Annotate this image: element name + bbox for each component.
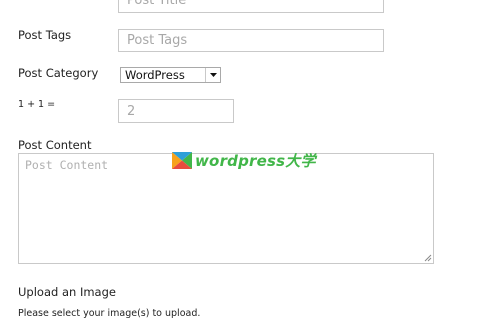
post-tags-input[interactable]: Post Tags xyxy=(118,29,384,52)
post-title-placeholder: Post Title xyxy=(127,0,187,8)
post-category-label: Post Category xyxy=(18,66,99,80)
post-tags-placeholder: Post Tags xyxy=(127,33,188,48)
upload-heading: Upload an Image xyxy=(18,285,116,299)
post-content-label: Post Content xyxy=(18,138,92,152)
captcha-label: 1 + 1 = xyxy=(18,99,56,110)
post-category-value: WordPress xyxy=(125,68,185,82)
resize-handle-icon[interactable] xyxy=(424,254,432,262)
post-title-input[interactable]: Post Title xyxy=(118,0,384,13)
post-content-placeholder: Post Content xyxy=(25,158,109,172)
captcha-value: 2 xyxy=(127,103,136,119)
post-tags-label: Post Tags xyxy=(18,28,72,42)
wordpress-daxue-watermark: wordpress大学 xyxy=(172,150,316,171)
chevron-down-icon[interactable] xyxy=(205,68,220,82)
captcha-input[interactable]: 2 xyxy=(118,99,234,123)
wordpress-daxue-logo-icon xyxy=(172,152,192,169)
upload-instruction: Please select your image(s) to upload. xyxy=(18,308,201,319)
post-category-select[interactable]: WordPress xyxy=(120,67,221,83)
watermark-text: wordpress大学 xyxy=(195,152,316,170)
